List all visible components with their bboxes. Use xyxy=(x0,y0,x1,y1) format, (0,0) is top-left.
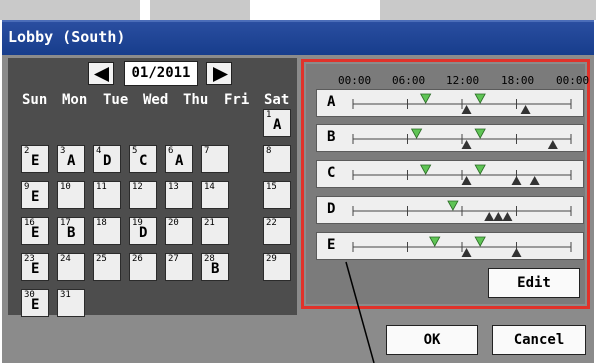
callout-line xyxy=(345,261,375,363)
